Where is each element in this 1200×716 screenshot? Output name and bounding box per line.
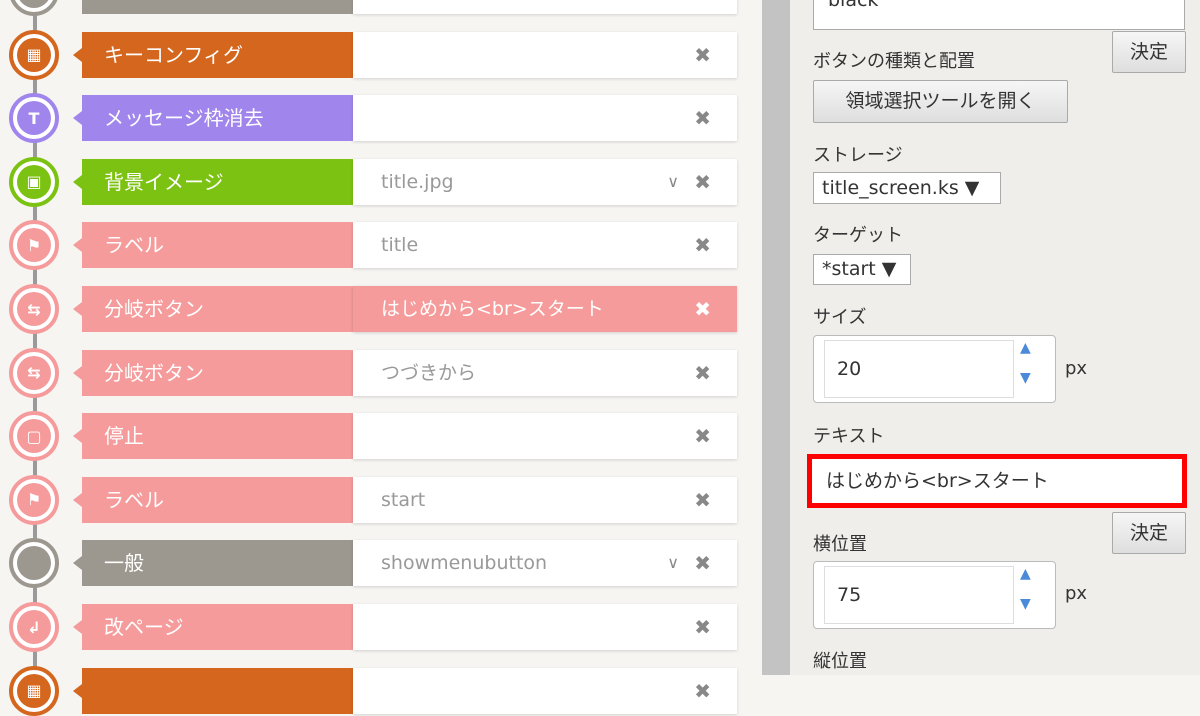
component-value[interactable]: ✖ <box>353 667 737 714</box>
value-text: title.jpg <box>381 170 454 193</box>
component-label: ラベル <box>73 222 353 269</box>
flag-icon: ⚑ <box>9 220 59 271</box>
storage-select[interactable]: title_screen.ks ▼ <box>813 172 1001 204</box>
code-icon <box>9 538 59 589</box>
component-row[interactable]: ↲ 改ページ ✖ <box>0 602 740 652</box>
decide-button-2[interactable]: 決定 <box>1112 512 1186 554</box>
x-position-input[interactable]: 75 <box>824 566 1014 624</box>
component-value[interactable]: ✖ <box>353 95 737 142</box>
text-clear-icon: T <box>9 93 59 144</box>
decide-button-1[interactable]: 決定 <box>1112 31 1186 73</box>
close-icon[interactable]: ✖ <box>694 477 711 523</box>
close-icon[interactable]: ✖ <box>694 540 711 586</box>
close-icon[interactable]: ✖ <box>694 32 711 78</box>
component-value[interactable]: ✖ <box>353 31 737 78</box>
value-text: title <box>381 234 419 257</box>
component-label: ラベル <box>73 476 353 523</box>
component-row[interactable]: ▦ キーコンフィグ ✖ <box>0 29 740 80</box>
value-text: showmenubutton <box>381 552 548 575</box>
component-label: 改ページ <box>73 604 353 650</box>
component-list: ∨ ✖▦ キーコンフィグ ✖T メッセージ枠消去 ✖▣ 背景イメージ title… <box>0 0 762 716</box>
component-row[interactable]: T メッセージ枠消去 ✖ <box>0 93 740 144</box>
component-row[interactable]: ▢ 停止 ✖ <box>0 411 740 462</box>
component-row[interactable]: ⇆ 分岐ボタン つづきから ✖ <box>0 347 740 398</box>
component-value[interactable]: start ✖ <box>353 476 737 523</box>
size-label: サイズ <box>813 307 867 328</box>
value-text: はじめから<br>スタート <box>381 298 604 320</box>
component-row[interactable]: ∨ ✖ <box>0 0 740 16</box>
scrollbar[interactable] <box>762 0 790 675</box>
component-label: 分岐ボタン <box>73 286 353 332</box>
stop-icon: ▢ <box>9 411 59 462</box>
storage-label: ストレージ <box>813 145 903 166</box>
keyboard-icon: ▦ <box>9 665 59 716</box>
property-panel: black 決定 ボタンの種類と配置 領域選択ツールを開く ストレージ titl… <box>790 0 1200 675</box>
branch-icon: ⇆ <box>9 284 59 334</box>
chevron-down-icon[interactable]: ∨ <box>667 159 679 205</box>
spin-up-icon[interactable]: ▲ <box>1020 566 1031 582</box>
close-icon[interactable]: ✖ <box>694 413 711 459</box>
value-text: start <box>381 488 426 511</box>
branch-icon: ⇆ <box>9 347 59 398</box>
spin-up-icon[interactable]: ▲ <box>1020 340 1031 356</box>
x-position-label: 横位置 <box>813 534 867 555</box>
close-icon[interactable]: ✖ <box>694 286 711 332</box>
spin-down-icon[interactable]: ▼ <box>1020 596 1031 612</box>
component-label <box>73 667 353 714</box>
code-icon <box>9 0 59 16</box>
text-input[interactable]: はじめから<br>スタート <box>807 454 1187 508</box>
size-unit: px <box>1065 358 1088 379</box>
flag-icon: ⚑ <box>9 474 59 525</box>
value-text: つづきから <box>381 361 477 384</box>
target-label: ターゲット <box>813 225 903 246</box>
component-row[interactable]: ▣ 背景イメージ title.jpg ∨ ✖ <box>0 156 740 207</box>
area-select-tool-button[interactable]: 領域選択ツールを開く <box>813 80 1068 123</box>
text-label: テキスト <box>813 426 885 447</box>
component-row[interactable]: ▦ ✖ <box>0 665 740 716</box>
x-position-unit: px <box>1065 583 1088 604</box>
size-input[interactable]: 20 <box>824 340 1014 398</box>
component-value[interactable]: ∨ ✖ <box>353 0 737 14</box>
component-value[interactable]: title.jpg ∨ ✖ <box>353 158 737 205</box>
close-icon[interactable]: ✖ <box>694 668 711 714</box>
target-select[interactable]: *start ▼ <box>813 254 911 285</box>
component-row[interactable]: ⚑ ラベル start ✖ <box>0 474 740 525</box>
color-input[interactable]: black <box>813 0 1185 30</box>
component-value[interactable]: title ✖ <box>353 222 737 269</box>
component-label: 背景イメージ <box>73 158 353 205</box>
component-value[interactable]: つづきから ✖ <box>353 349 737 396</box>
component-label: 一般 <box>73 540 353 587</box>
close-icon[interactable]: ✖ <box>694 159 711 205</box>
component-row[interactable]: 一般 showmenubutton ∨ ✖ <box>0 538 740 589</box>
chevron-down-icon[interactable]: ∨ <box>667 540 679 586</box>
button-type-label: ボタンの種類と配置 <box>813 51 975 72</box>
x-position-spinner: 75 ▲ ▼ <box>813 561 1056 629</box>
component-label: 分岐ボタン <box>73 349 353 396</box>
component-value[interactable]: ✖ <box>353 413 737 460</box>
component-label: メッセージ枠消去 <box>73 95 353 142</box>
component-row[interactable]: ⇆ 分岐ボタン はじめから<br>スタート ✖ <box>0 284 740 334</box>
y-position-label: 縦位置 <box>813 651 867 672</box>
component-row[interactable]: ⚑ ラベル title ✖ <box>0 220 740 271</box>
component-label: 停止 <box>73 413 353 460</box>
page-break-icon: ↲ <box>9 602 59 652</box>
size-spinner: 20 ▲ ▼ <box>813 335 1056 403</box>
chevron-down-icon[interactable]: ∨ <box>667 0 679 14</box>
spin-down-icon[interactable]: ▼ <box>1020 370 1031 386</box>
close-icon[interactable]: ✖ <box>694 604 711 650</box>
keyboard-icon: ▦ <box>9 29 59 80</box>
component-value[interactable]: ✖ <box>353 604 737 650</box>
component-label <box>82 0 353 14</box>
component-value[interactable]: はじめから<br>スタート ✖ <box>353 286 737 332</box>
close-icon[interactable]: ✖ <box>694 222 711 268</box>
close-icon[interactable]: ✖ <box>694 95 711 141</box>
image-icon: ▣ <box>9 156 59 207</box>
color-value: black <box>828 0 879 11</box>
component-value[interactable]: showmenubutton ∨ ✖ <box>353 540 737 587</box>
component-label: キーコンフィグ <box>73 31 353 78</box>
close-icon[interactable]: ✖ <box>694 0 711 14</box>
close-icon[interactable]: ✖ <box>694 350 711 396</box>
